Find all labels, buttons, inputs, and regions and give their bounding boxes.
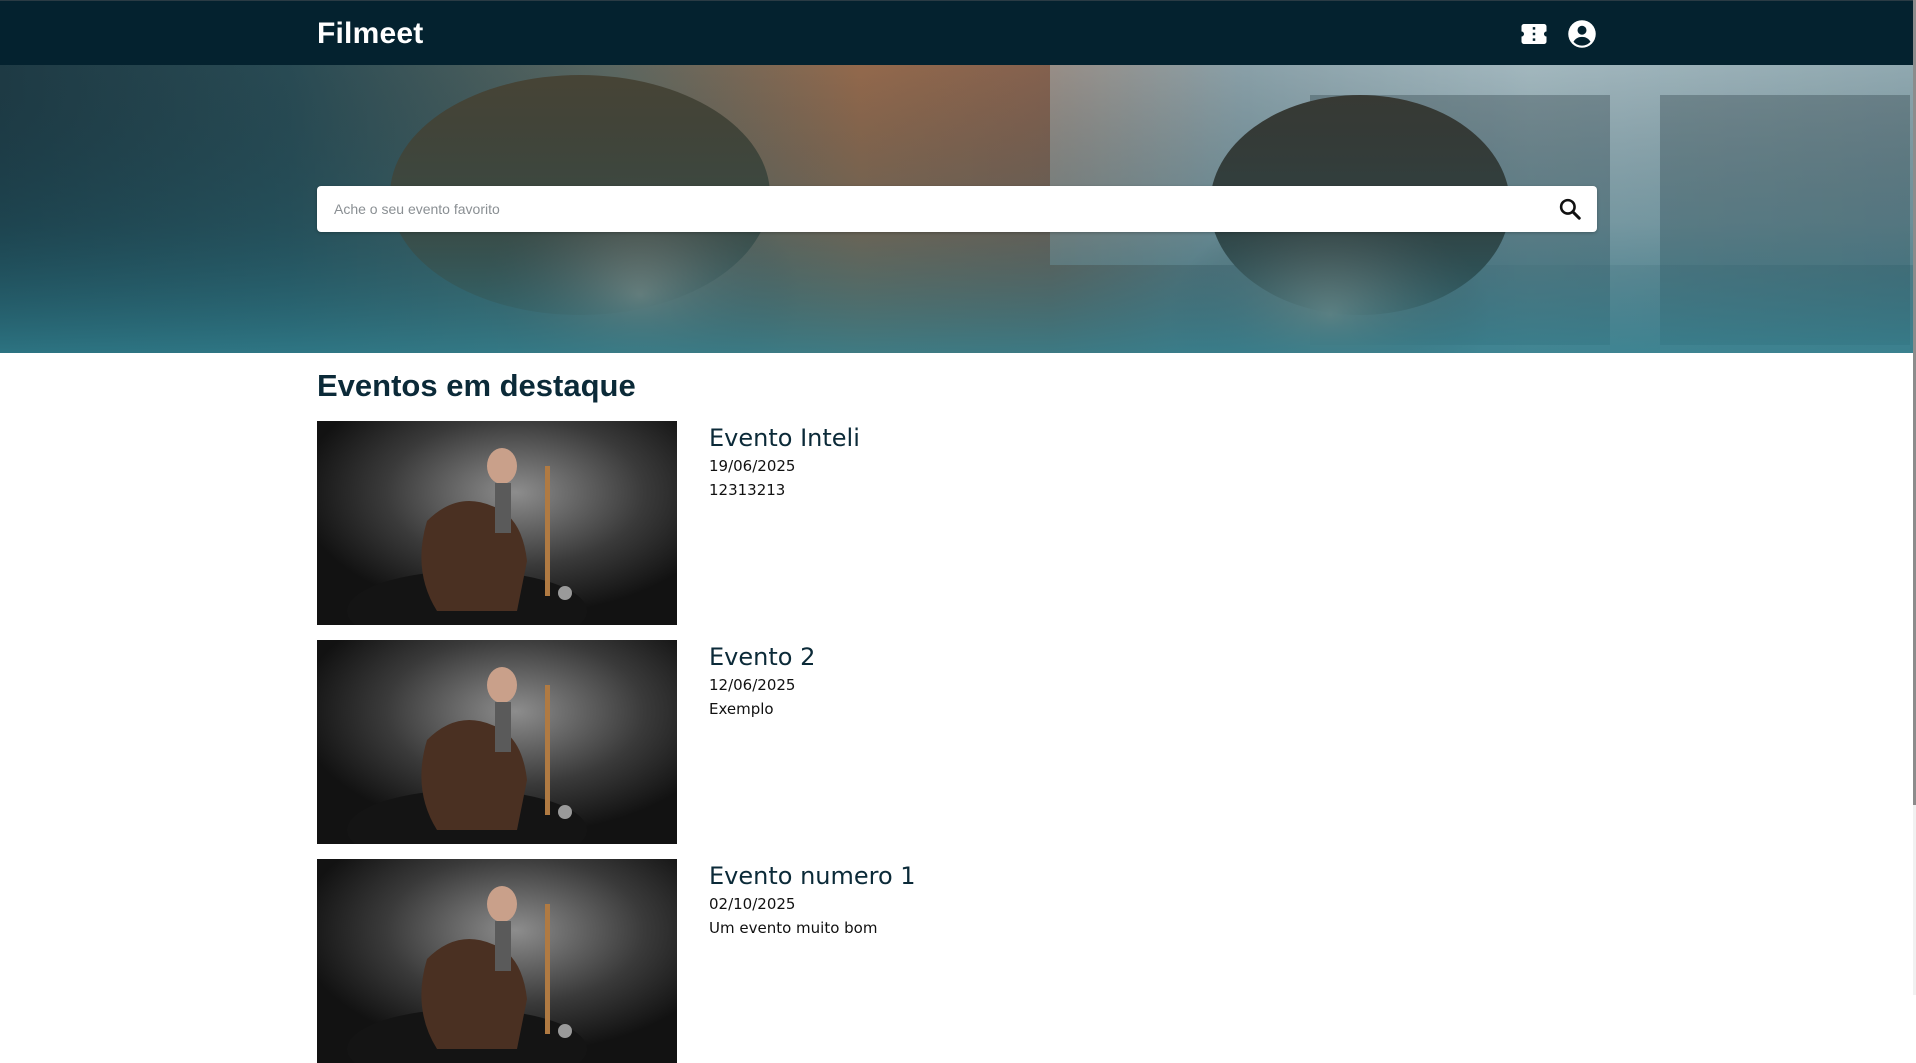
- event-thumbnail[interactable]: [317, 421, 677, 625]
- event-card[interactable]: Evento Inteli 19/06/2025 12313213: [317, 421, 1597, 625]
- event-thumbnail[interactable]: [317, 859, 677, 1063]
- brand-logo[interactable]: Filmeet: [317, 17, 423, 51]
- ticket-icon[interactable]: [1519, 19, 1549, 49]
- event-card[interactable]: Evento numero 1 02/10/2025 Um evento mui…: [317, 859, 1597, 1063]
- event-name[interactable]: Evento Inteli: [709, 424, 860, 452]
- event-date: 02/10/2025: [709, 895, 796, 913]
- event-date: 12/06/2025: [709, 676, 796, 694]
- search-icon[interactable]: [1557, 196, 1583, 222]
- event-card[interactable]: Evento 2 12/06/2025 Exemplo: [317, 640, 1597, 844]
- event-description: Um evento muito bom: [709, 919, 878, 937]
- event-name[interactable]: Evento numero 1: [709, 862, 916, 890]
- top-navbar: Filmeet: [0, 0, 1913, 65]
- featured-events-title: Eventos em destaque: [317, 368, 636, 403]
- account-circle-icon[interactable]: [1567, 19, 1597, 49]
- event-date: 19/06/2025: [709, 457, 796, 475]
- event-name[interactable]: Evento 2: [709, 643, 815, 671]
- event-thumbnail[interactable]: [317, 640, 677, 844]
- search-input[interactable]: [317, 186, 1537, 232]
- event-description: Exemplo: [709, 700, 774, 718]
- hero-banner: [0, 65, 1913, 353]
- event-description: 12313213: [709, 481, 786, 499]
- search-bar: [317, 186, 1597, 232]
